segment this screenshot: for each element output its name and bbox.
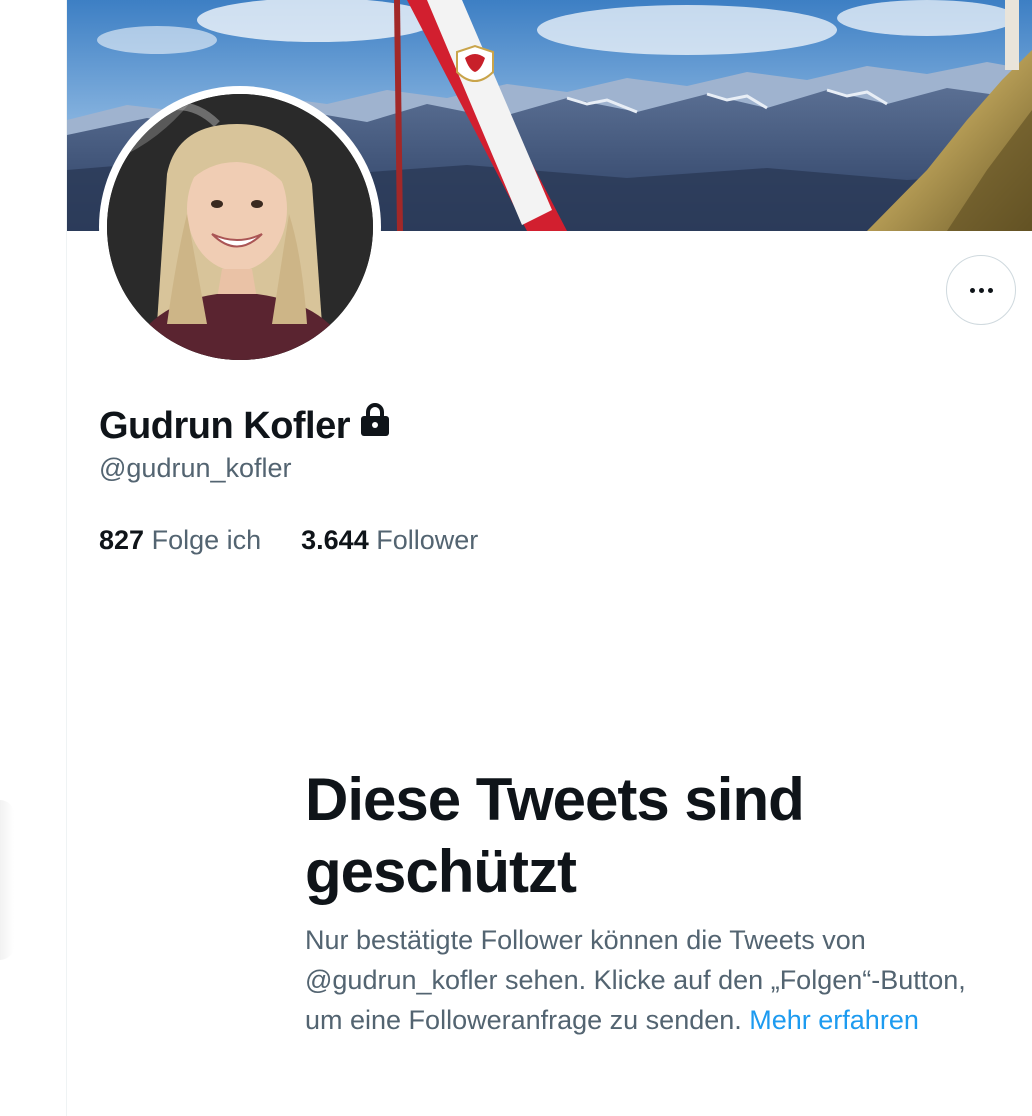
following-stat[interactable]: 827 Folge ich <box>99 524 261 556</box>
learn-more-link[interactable]: Mehr erfahren <box>749 1005 919 1035</box>
follow-stats: 827 Folge ich 3.644 Follower <box>99 524 478 556</box>
left-navigation-rail <box>0 0 67 1116</box>
profile-name-row: Gudrun Kofler <box>99 402 392 449</box>
followers-label: Follower <box>376 525 479 555</box>
display-name: Gudrun Kofler <box>99 404 351 447</box>
more-options-button[interactable] <box>946 255 1016 325</box>
followers-count: 3.644 <box>301 525 369 555</box>
profile-handle: @gudrun_kofler <box>99 453 292 483</box>
following-count: 827 <box>99 525 145 555</box>
lock-icon <box>358 402 392 449</box>
protected-tweets-title: Diese Tweets sind geschützt <box>305 766 805 905</box>
rail-shadow <box>0 800 14 960</box>
avatar-photo <box>107 94 373 360</box>
protected-tweets-description: Nur bestätigte Follower können die Tweet… <box>305 920 985 1040</box>
followers-stat[interactable]: 3.644 Follower <box>301 524 478 556</box>
more-dots-icon <box>969 287 993 293</box>
following-label: Folge ich <box>151 525 262 555</box>
profile-avatar[interactable] <box>99 86 381 368</box>
